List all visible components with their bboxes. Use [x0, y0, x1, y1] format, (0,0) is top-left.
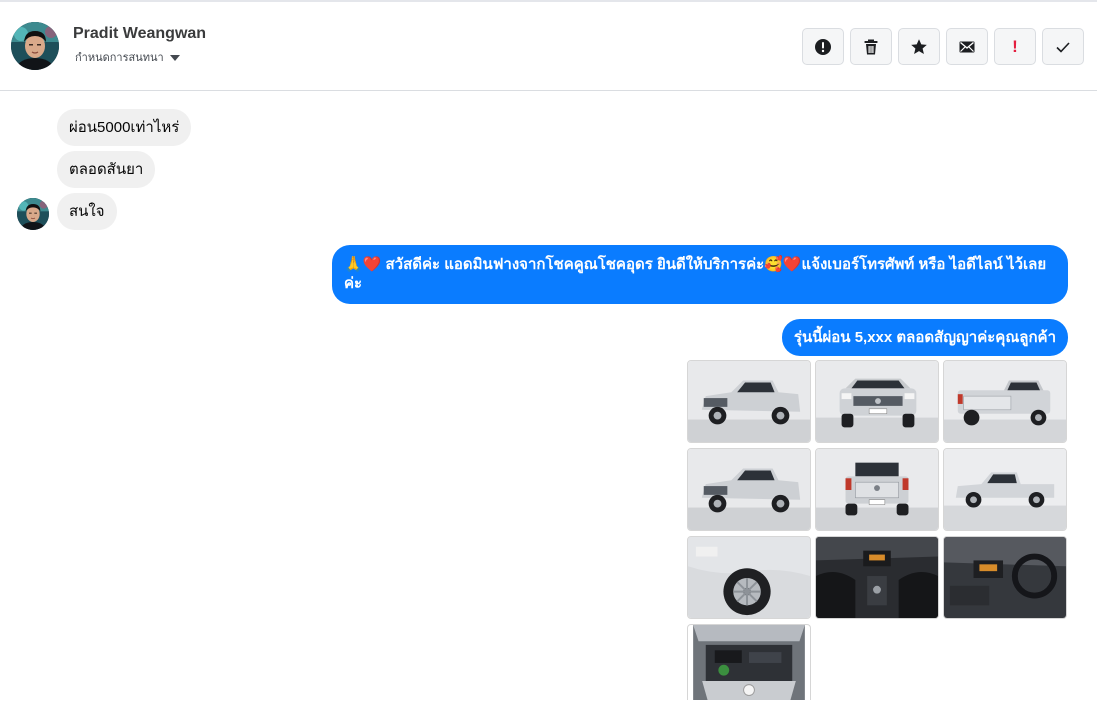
avatar[interactable]: [11, 22, 59, 70]
mark-unread-button[interactable]: [946, 28, 988, 65]
contact-name[interactable]: Pradit Weangwan: [73, 25, 206, 43]
incoming-message[interactable]: ตลอดสันยา: [57, 151, 156, 188]
message-line: 🙏❤️ สวัสดีค่ะ แอดมินฟางจากโชคคูณโชคอุดร …: [344, 256, 1047, 273]
photo-thumbnail[interactable]: [943, 448, 1067, 531]
incoming-message[interactable]: ผ่อน5000เท่าไหร่: [57, 109, 192, 146]
sender-avatar[interactable]: [17, 198, 49, 230]
photo-thumbnail[interactable]: [687, 448, 811, 531]
star-icon: [911, 38, 927, 54]
incoming-message[interactable]: สนใจ: [57, 193, 117, 230]
chevron-down-icon: [169, 54, 180, 61]
exclamation-icon: !: [1012, 37, 1018, 56]
photo-thumbnail[interactable]: [687, 536, 811, 619]
conversation-settings-label: กำหนดการสนทนา: [75, 52, 164, 64]
message-line: ค่ะ: [344, 275, 363, 292]
conversation-header: Pradit Weangwan กำหนดการสนทนา !: [0, 2, 1097, 91]
photo-thumbnail[interactable]: [687, 624, 811, 700]
report-button[interactable]: [802, 28, 844, 65]
photo-thumbnail[interactable]: [815, 536, 939, 619]
delete-button[interactable]: [850, 28, 892, 65]
star-button[interactable]: [898, 28, 940, 65]
conversation-settings[interactable]: กำหนดการสนทนา: [75, 48, 180, 66]
done-button[interactable]: [1042, 28, 1084, 65]
photo-thumbnail[interactable]: [815, 360, 939, 443]
outgoing-message[interactable]: 🙏❤️ สวัสดีค่ะ แอดมินฟางจากโชคคูณโชคอุดร …: [332, 245, 1068, 304]
outgoing-message[interactable]: รุ่นนี้ผ่อน 5,xxx ตลอดสัญญาค่ะคุณลูกค้า: [781, 319, 1068, 356]
photo-thumbnail[interactable]: [815, 448, 939, 531]
important-button[interactable]: !: [994, 28, 1036, 65]
photo-thumbnail[interactable]: [943, 360, 1067, 443]
photo-thumbnail[interactable]: [943, 536, 1067, 619]
action-toolbar: !: [802, 28, 1084, 65]
envelope-icon: [959, 41, 975, 52]
alert-circle-icon: [815, 38, 831, 55]
trash-icon: [864, 39, 878, 54]
photo-thumbnail[interactable]: [687, 360, 811, 443]
contact-photo: [11, 22, 59, 70]
contact-photo: [17, 198, 49, 230]
check-icon: [1056, 41, 1070, 53]
